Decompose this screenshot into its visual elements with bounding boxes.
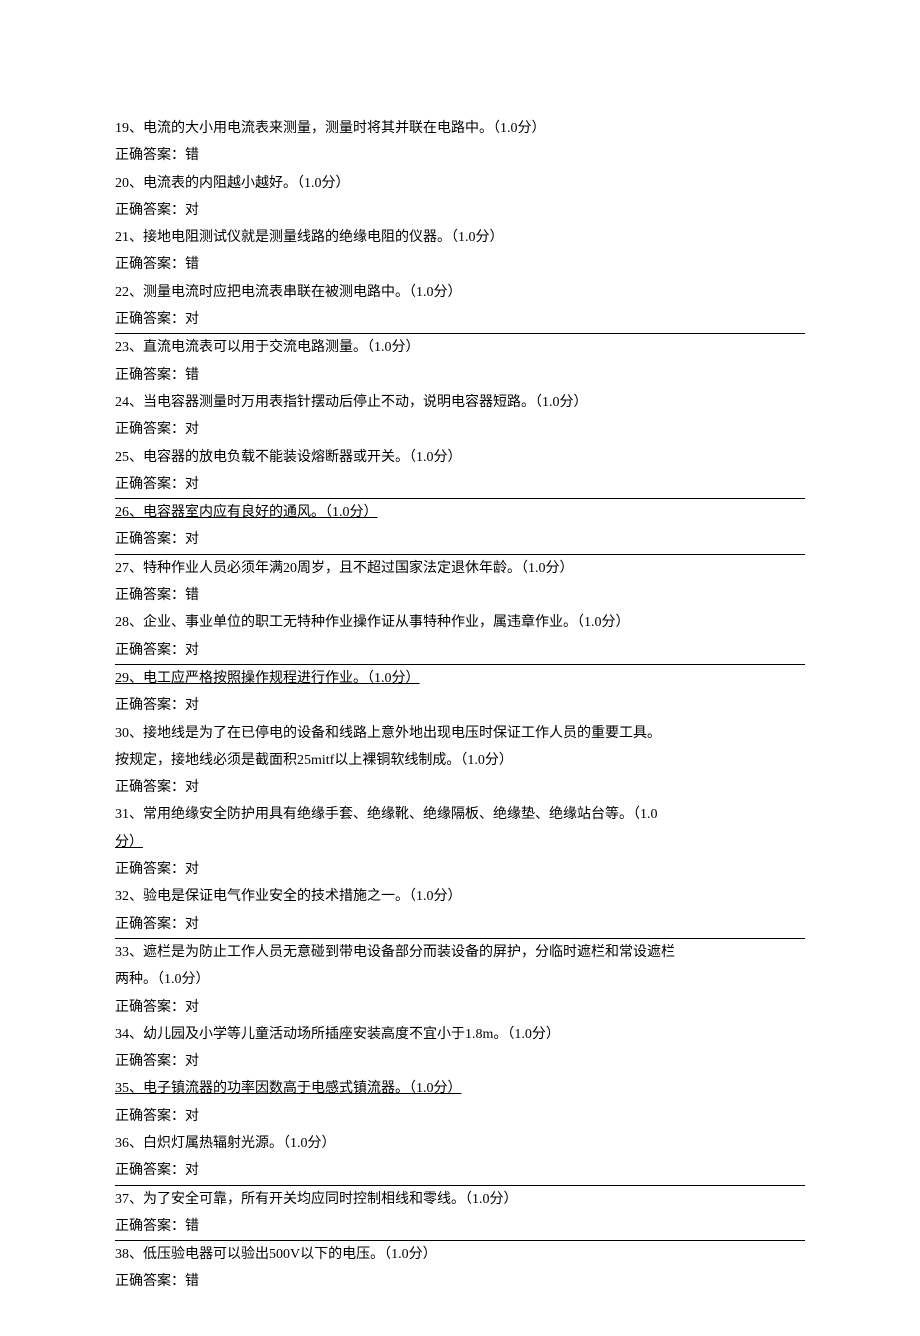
answer-text: 正确答案：错 (115, 362, 805, 389)
answer-text: 正确答案：对 (115, 637, 805, 665)
question-text: 29、电工应严格按照操作规程进行作业。（1.0分） (115, 665, 805, 692)
question-text: 31、常用绝缘安全防护用具有绝缘手套、绝缘靴、绝缘隔板、绝缘垫、绝缘站台等。（1… (115, 801, 805, 828)
question-text: 25、电容器的放电负载不能装设熔断器或开关。（1.0分） (115, 444, 805, 471)
question-text-continued: 按规定，接地线必须是截面积25mitf以上裸铜软线制成。（1.0分） (115, 747, 805, 774)
question-text: 33、遮栏是为防止工作人员无意碰到带电设备部分而装设备的屏护，分临时遮栏和常设遮… (115, 939, 805, 966)
question-text: 24、当电容器测量时万用表指针摆动后停止不动，说明电容器短路。（1.0分） (115, 389, 805, 416)
answer-text: 正确答案：错 (115, 1268, 805, 1295)
question-text-continued: 两种。（1.0分） (115, 966, 805, 993)
answer-text: 正确答案：错 (115, 251, 805, 278)
question-text: 35、电子镇流器的功率因数高于电感式镇流器。（1.0分） (115, 1075, 805, 1102)
answer-text: 正确答案：对 (115, 994, 805, 1021)
question-text-continued: 分） (115, 829, 805, 856)
answer-text: 正确答案：对 (115, 692, 805, 719)
answer-text: 正确答案：对 (115, 197, 805, 224)
answer-text: 正确答案：错 (115, 1213, 805, 1241)
question-text: 27、特种作业人员必须年满20周岁，且不超过国家法定退休年龄。（1.0分） (115, 555, 805, 582)
answer-text: 正确答案：对 (115, 471, 805, 499)
question-text: 22、测量电流时应把电流表串联在被测电路中。（1.0分） (115, 279, 805, 306)
answer-text: 正确答案：错 (115, 142, 805, 169)
question-text: 21、接地电阻测试仪就是测量线路的绝缘电阻的仪器。（1.0分） (115, 224, 805, 251)
question-text: 38、低压验电器可以验出500V以下的电压。（1.0分） (115, 1241, 805, 1268)
answer-text: 正确答案：错 (115, 582, 805, 609)
answer-text: 正确答案：对 (115, 1157, 805, 1185)
answer-text: 正确答案：对 (115, 774, 805, 801)
question-text: 37、为了安全可靠，所有开关均应同时控制相线和零线。（1.0分） (115, 1186, 805, 1213)
question-text: 19、电流的大小用电流表来测量，测量时将其并联在电路中。（1.0分） (115, 115, 805, 142)
question-list: 19、电流的大小用电流表来测量，测量时将其并联在电路中。（1.0分）正确答案：错… (115, 115, 805, 1296)
answer-text: 正确答案：对 (115, 1048, 805, 1075)
answer-text: 正确答案：对 (115, 306, 805, 334)
answer-text: 正确答案：对 (115, 526, 805, 554)
question-text: 28、企业、事业单位的职工无特种作业操作证从事特种作业，属违章作业。（1.0分） (115, 609, 805, 636)
answer-text: 正确答案：对 (115, 911, 805, 939)
question-text: 26、电容器室内应有良好的通风。（1.0分） (115, 499, 805, 526)
question-text: 23、直流电流表可以用于交流电路测量。（1.0分） (115, 334, 805, 361)
question-text: 34、幼儿园及小学等儿童活动场所插座安装高度不宜小于1.8m。（1.0分） (115, 1021, 805, 1048)
question-text: 32、验电是保证电气作业安全的技术措施之一。（1.0分） (115, 883, 805, 910)
question-text: 30、接地线是为了在已停电的设备和线路上意外地出现电压时保证工作人员的重要工具。 (115, 720, 805, 747)
question-text: 36、白炽灯属热辐射光源。（1.0分） (115, 1130, 805, 1157)
question-text: 20、电流表的内阻越小越好。（1.0分） (115, 170, 805, 197)
answer-text: 正确答案：对 (115, 416, 805, 443)
answer-text: 正确答案：对 (115, 856, 805, 883)
answer-text: 正确答案：对 (115, 1103, 805, 1130)
